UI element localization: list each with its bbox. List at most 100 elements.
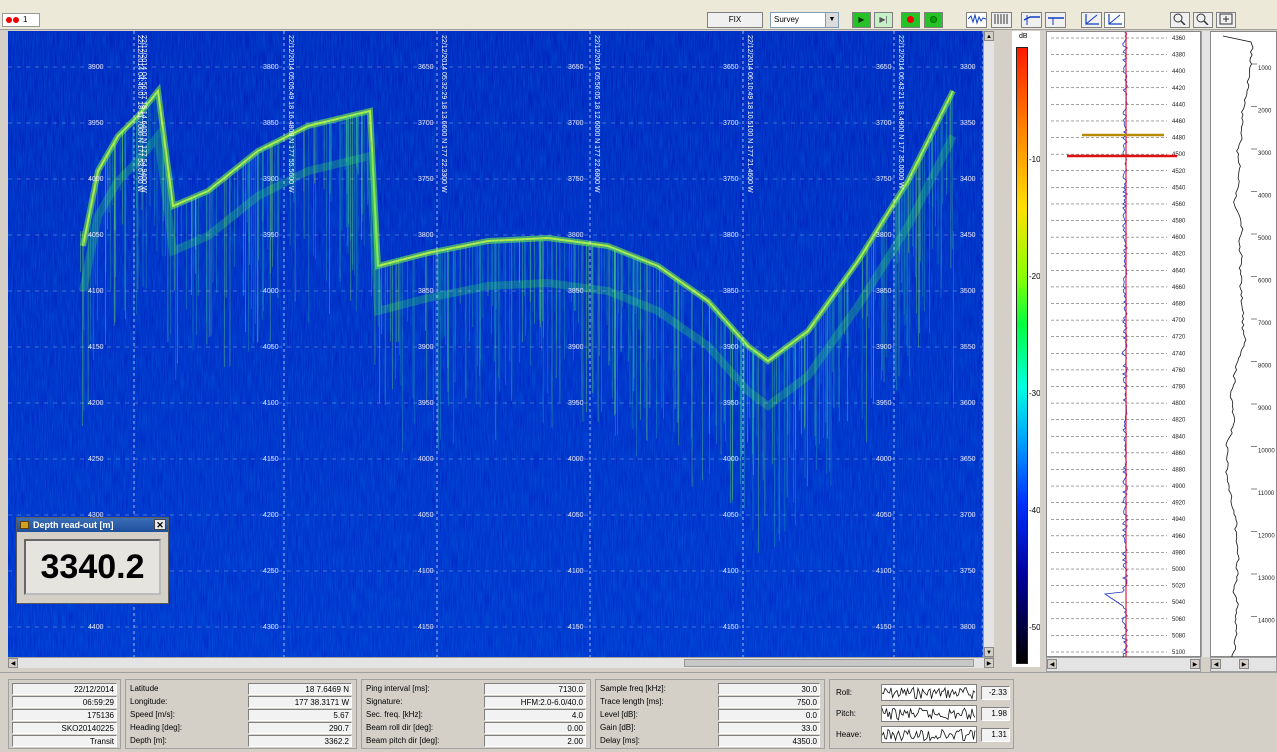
sampling-value-field: 0.0 <box>718 709 820 721</box>
depth-tick-label: 4150 <box>876 624 892 631</box>
sampling-label: Level [dB]: <box>600 710 638 719</box>
ping-number-field: 175136 <box>12 709 117 721</box>
axis-icon[interactable] <box>1081 12 1102 28</box>
colorbar-tick-label: -50 <box>1029 623 1041 632</box>
depth-tick-label: 3850 <box>263 120 279 127</box>
depth-tick-label: 4000 <box>723 456 739 463</box>
trace-tick-label: 4820 <box>1172 418 1186 424</box>
profile-tick-label: 5000 <box>1258 236 1272 242</box>
depth-tick-label: 3700 <box>418 120 434 127</box>
time-field: 06:59:29 <box>12 696 117 708</box>
record-stop-button[interactable] <box>924 12 943 28</box>
zoom-out-icon[interactable] <box>1193 12 1213 28</box>
date-field: 22/12/2014 <box>12 683 117 695</box>
echogram-horizontal-scrollbar[interactable]: ◀ ▶ <box>8 657 994 668</box>
trace-tick-label: 4980 <box>1172 550 1186 556</box>
depth-tick-label: 4150 <box>263 456 279 463</box>
depth-readout-window[interactable]: Depth read-out [m] ✕ 3340.2 <box>16 517 169 604</box>
depth-tick-label: 3850 <box>568 288 584 295</box>
scroll-left-icon[interactable]: ◀ <box>8 658 18 668</box>
profile-tick-label: 4000 <box>1258 194 1272 200</box>
depth-tick-label: 4000 <box>263 288 279 295</box>
scroll-thumb[interactable] <box>684 659 974 667</box>
depth-line-icon[interactable] <box>1021 12 1042 28</box>
depth-tick-label: 3450 <box>960 232 976 239</box>
depth-tick-label: 3850 <box>876 288 892 295</box>
scroll-right-icon[interactable]: ▶ <box>1239 659 1249 669</box>
depth-tick-label: 3950 <box>418 400 434 407</box>
depth-tick-label: 4100 <box>568 568 584 575</box>
fix-button[interactable]: FIX <box>707 12 763 28</box>
scroll-left-icon[interactable]: ◀ <box>1047 659 1057 669</box>
chevron-down-icon[interactable]: ▼ <box>825 13 838 27</box>
scroll-right-icon[interactable]: ▶ <box>984 658 994 668</box>
red-dot-icon <box>6 17 12 23</box>
depth-readout-value: 3340.2 <box>24 539 161 595</box>
depth-line-alt-icon[interactable] <box>1045 12 1066 28</box>
zoom-in-icon[interactable] <box>1170 12 1190 28</box>
depth-tick-label: 4100 <box>876 568 892 575</box>
depth-tick-label: 3950 <box>88 120 104 127</box>
strip-timestamp-label: 22/12/2014 05:32:29 18 13.6600 N 177 22.… <box>440 35 447 193</box>
step-button[interactable]: ▶| <box>874 12 893 28</box>
trace-tick-label: 4780 <box>1172 384 1186 390</box>
depth-readout-titlebar[interactable]: Depth read-out [m] ✕ <box>17 518 168 532</box>
trace-tick-label: 4580 <box>1172 219 1186 225</box>
depth-tick-label: 3900 <box>568 344 584 351</box>
waterfall-view-icon[interactable] <box>991 12 1012 28</box>
trace-tick-label: 4620 <box>1172 252 1186 258</box>
record-button[interactable] <box>901 12 920 28</box>
scroll-up-icon[interactable]: ▲ <box>984 31 994 41</box>
depth-tick-label: 4400 <box>88 624 104 631</box>
zoom-fit-icon[interactable] <box>1216 12 1236 28</box>
close-icon[interactable]: ✕ <box>154 519 166 530</box>
scroll-right-icon[interactable]: ▶ <box>1190 659 1200 669</box>
play-button[interactable]: ▶ <box>852 12 871 28</box>
depth-tick-label: 3900 <box>723 344 739 351</box>
depth-tick-label: 3700 <box>723 120 739 127</box>
mode-select[interactable]: Survey ▼ <box>770 12 839 28</box>
scroll-down-icon[interactable]: ▼ <box>984 647 994 657</box>
trace-horizontal-scrollbar[interactable]: ◀ ▶ <box>1046 657 1201 672</box>
trace-tick-label: 4700 <box>1172 318 1186 324</box>
echogram-vertical-scrollbar[interactable]: ▲ ▼ <box>983 31 994 657</box>
strip-timestamp-label: 22/12/2014 04:56:57 18 14.6400 N 177 54.… <box>140 35 147 193</box>
trace-tick-label: 5100 <box>1172 650 1186 656</box>
depth-tick-label: 3750 <box>568 176 584 183</box>
depth-tick-label: 3650 <box>960 456 976 463</box>
nav-label: Speed [m/s]: <box>130 710 175 719</box>
trace-tick-label: 4400 <box>1172 69 1186 75</box>
depth-tick-label: 4300 <box>263 624 279 631</box>
depth-tick-label: 3900 <box>88 64 104 71</box>
sampling-value-field: 30.0 <box>718 683 820 695</box>
strip-timestamp-label: 22/12/2014 05:05:49 18 16.4800 N 177 55.… <box>287 35 294 193</box>
depth-tick-label: 4100 <box>88 288 104 295</box>
amplitude-trace-panel[interactable]: 4360 4380 4400 4420 4440 4460 4480 4500 4520 4540… <box>1046 31 1201 659</box>
profile-tick-label: 14000 <box>1258 619 1275 625</box>
depth-tick-label: 3950 <box>723 400 739 407</box>
profile-horizontal-scrollbar[interactable]: ◀ ▶ <box>1210 657 1277 672</box>
scroll-left-icon[interactable]: ◀ <box>1211 659 1221 669</box>
trace-tick-label: 4560 <box>1172 202 1186 208</box>
profile-tick-label: 6000 <box>1258 279 1272 285</box>
depth-tick-label: 4250 <box>88 456 104 463</box>
depth-tick-label: 4250 <box>263 568 279 575</box>
axis-selected-icon[interactable] <box>1104 12 1125 28</box>
trace-tick-label: 4800 <box>1172 401 1186 407</box>
profile-tick-label: 12000 <box>1258 534 1275 540</box>
colorbar <box>1016 47 1028 664</box>
trace-tick-label: 4720 <box>1172 335 1186 341</box>
ping-value-field: 0.00 <box>484 722 586 734</box>
depth-tick-label: 4050 <box>723 512 739 519</box>
signal-view-icon[interactable] <box>966 12 987 28</box>
depth-tick-label: 3850 <box>723 288 739 295</box>
ping-value-field: 7130.0 <box>484 683 586 695</box>
profile-tick-label: 2000 <box>1258 109 1272 115</box>
depth-tick-label: 3900 <box>263 176 279 183</box>
motion-label: Heave: <box>836 730 862 739</box>
depth-profile-panel[interactable]: 1000 2000 3000 4000 5000 6000 7000 8000 9000 1000… <box>1210 31 1277 667</box>
depth-tick-label: 3650 <box>568 64 584 71</box>
depth-tick-label: 3750 <box>723 176 739 183</box>
trace-tick-label: 4660 <box>1172 285 1186 291</box>
ping-label: Beam pitch dir [deg]: <box>366 736 440 745</box>
